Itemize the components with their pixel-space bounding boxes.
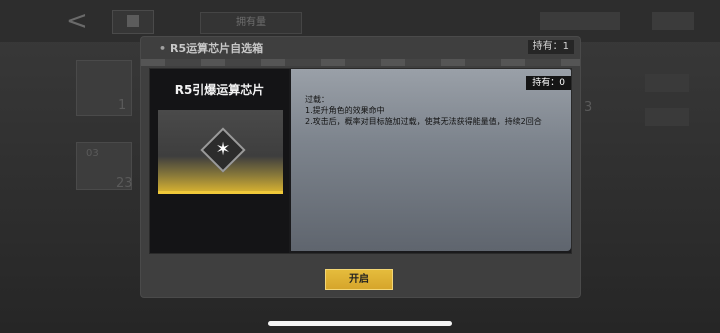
description-line: 2.攻击后，概率对目标施加过载，使其无法获得能量值，持续2回合 <box>305 117 542 126</box>
item-name: R5引爆运算芯片 <box>174 83 265 97</box>
dialog-stock-badge: 持有：1 <box>527 40 574 54</box>
item-count: 23 <box>116 176 133 191</box>
dialog-title-text: R5运算芯片自选箱 <box>170 42 264 55</box>
item-description-panel: 持有：0 过载： 1.提升角色的效果命中 2.攻击后，概率对目标施加过载，使其无… <box>291 69 571 251</box>
owned-tab[interactable]: 拥有量 <box>200 12 302 34</box>
burst-chip-icon: ✶ <box>215 139 231 160</box>
top-bar: < 拥有量 <box>0 0 720 42</box>
home-indicator[interactable] <box>268 321 452 326</box>
description-line: 过载： <box>305 95 329 104</box>
item-description: 过载： 1.提升角色的效果命中 2.攻击后，概率对目标施加过载，使其无法获得能量… <box>305 94 567 127</box>
home-icon[interactable] <box>112 10 154 34</box>
item-detail-card: R5引爆运算芯片 ✶ 持有：0 过载： 1.提升角色的效果命中 2.攻击后，概率… <box>150 69 571 253</box>
dialog-divider <box>141 59 580 66</box>
item-tag: 03 <box>86 148 99 159</box>
back-icon[interactable]: < <box>66 8 88 34</box>
item-portrait[interactable]: ✶ <box>158 110 283 194</box>
chip-counter <box>652 12 694 30</box>
consumables-button[interactable] <box>645 108 689 126</box>
open-button[interactable]: 开启 <box>325 269 393 290</box>
sort-button[interactable] <box>645 74 689 92</box>
dialog-header: • R5运算芯片自选箱 持有：1 <box>141 37 580 57</box>
item-count: 3 <box>584 100 593 115</box>
item-stock-badge: 持有：0 <box>526 76 571 90</box>
dialog-title: • R5运算芯片自选箱 <box>159 40 263 56</box>
bullet-icon: • <box>159 42 167 55</box>
item-preview-panel: R5引爆运算芯片 ✶ <box>150 69 289 253</box>
resource-counter <box>540 12 620 30</box>
description-line: 1.提升角色的效果命中 <box>305 106 385 115</box>
item-count: 1 <box>118 98 127 113</box>
